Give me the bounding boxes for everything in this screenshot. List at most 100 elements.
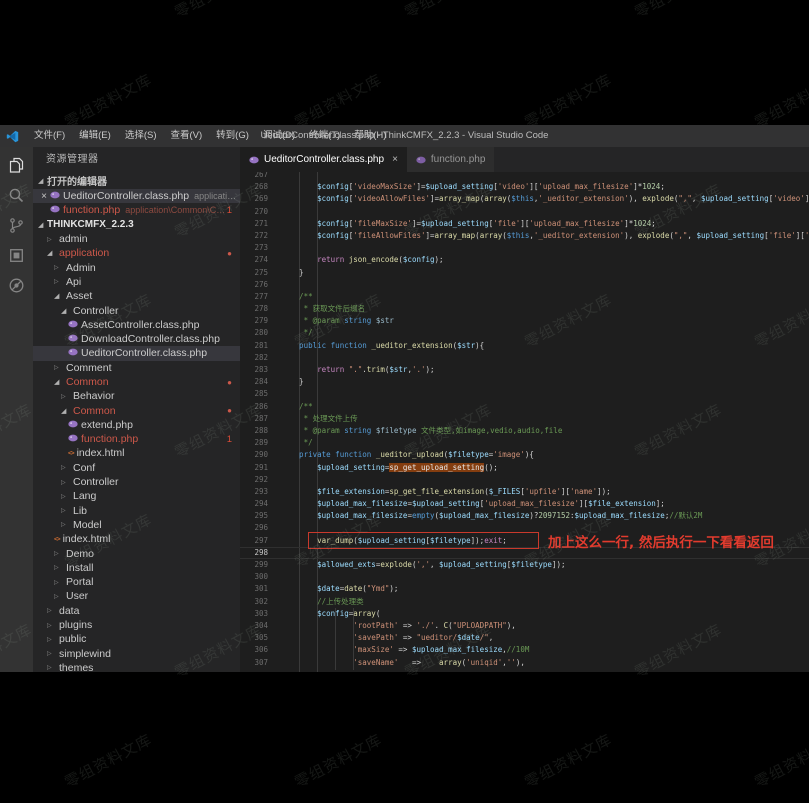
- code-line-268[interactable]: 268 $config['videoMaxSize']=$upload_sett…: [240, 181, 809, 193]
- tab-function[interactable]: function.php: [407, 147, 495, 172]
- code-line-303[interactable]: 303 $config=array(: [240, 608, 809, 620]
- tree-item-plugins[interactable]: ▷plugins: [33, 618, 240, 632]
- menu-item[interactable]: 文件(F): [27, 125, 72, 147]
- tree-item-index-html[interactable]: <>index.html: [33, 446, 240, 460]
- tree-item-controller[interactable]: ▷Controller: [33, 475, 240, 489]
- tree-item-model[interactable]: ▷Model: [33, 518, 240, 532]
- tree-item-extend-php[interactable]: extend.php: [33, 418, 240, 432]
- line-number: 271: [240, 218, 281, 230]
- tree-item-application[interactable]: ◢application●: [33, 246, 240, 260]
- code-line-294[interactable]: 294 $upload_max_filesize=$upload_setting…: [240, 498, 809, 510]
- open-editor-item[interactable]: ×UeditorController.class.phpapplication\…: [33, 189, 240, 203]
- code-line-292[interactable]: 292: [240, 474, 809, 486]
- tree-item-function-php[interactable]: function.php1: [33, 432, 240, 446]
- code-line-289[interactable]: 289 */: [240, 437, 809, 449]
- tree-item-downloadcontroller-class-php[interactable]: DownloadController.class.php: [33, 332, 240, 346]
- code-line-302[interactable]: 302 //上传处理类: [240, 596, 809, 608]
- code-line-288[interactable]: 288 * @param string $filetype 文件类型,如imag…: [240, 425, 809, 437]
- chevron-down-icon: ◢: [61, 307, 70, 315]
- code-line-281[interactable]: 281 public function _ueditor_extension($…: [240, 340, 809, 352]
- code-line-306[interactable]: 306 'maxSize' => $upload_max_filesize,//…: [240, 644, 809, 656]
- code-line-301[interactable]: 301 $date=date("Ymd");: [240, 583, 809, 595]
- code-line-286[interactable]: 286 /**: [240, 401, 809, 413]
- line-number: 283: [240, 364, 281, 376]
- tree-item-asset[interactable]: ◢Asset: [33, 289, 240, 303]
- tree-item-api[interactable]: ▷Api: [33, 275, 240, 289]
- tree-item-admin[interactable]: ▷admin: [33, 232, 240, 246]
- tree-item-admin[interactable]: ▷Admin: [33, 260, 240, 274]
- explorer-icon[interactable]: [8, 157, 25, 174]
- open-editors-header[interactable]: ◢ 打开的编辑器: [33, 172, 240, 189]
- code-line-287[interactable]: 287 * 处理文件上传: [240, 413, 809, 425]
- code-line-300[interactable]: 300: [240, 571, 809, 583]
- open-editor-item[interactable]: function.phpapplication\Common\Comm...1: [33, 203, 240, 217]
- tree-item-assetcontroller-class-php[interactable]: AssetController.class.php: [33, 318, 240, 332]
- tree-item-demo[interactable]: ▷Demo: [33, 546, 240, 560]
- code-line-278[interactable]: 278 * 获取文件后缀名: [240, 303, 809, 315]
- tree-item-portal[interactable]: ▷Portal: [33, 575, 240, 589]
- menu-item[interactable]: 转到(G): [209, 125, 256, 147]
- code-line-293[interactable]: 293 $file_extension=sp_get_file_extensio…: [240, 486, 809, 498]
- code-line-280[interactable]: 280 */: [240, 327, 809, 339]
- editor-group: UeditorController.class.php × function.p…: [240, 147, 809, 672]
- code-line-291[interactable]: 291 $upload_setting=sp_get_upload_settin…: [240, 462, 809, 474]
- code-line-272[interactable]: 272 $config['fileAllowFiles']=array_map(…: [240, 230, 809, 242]
- screenshot-root: 文件(F)编辑(E)选择(S)查看(V)转到(G)调试(D)终端(T)帮助(H)…: [0, 0, 809, 803]
- tree-root-folder[interactable]: ◢ THINKCMFX_2.2.3: [33, 218, 240, 232]
- tree-item-label: Asset: [66, 290, 92, 302]
- close-icon[interactable]: ×: [38, 191, 50, 202]
- debug-icon[interactable]: [8, 277, 25, 294]
- code-line-273[interactable]: 273: [240, 242, 809, 254]
- tree-item-lib[interactable]: ▷Lib: [33, 504, 240, 518]
- tree-item-index-html[interactable]: <>index.html: [33, 532, 240, 546]
- tree-item-data[interactable]: ▷data: [33, 604, 240, 618]
- line-content: */: [281, 327, 313, 339]
- tree-item-conf[interactable]: ▷Conf: [33, 461, 240, 475]
- tree-item-simplewind[interactable]: ▷simplewind: [33, 647, 240, 661]
- code-line-276[interactable]: 276: [240, 279, 809, 291]
- tree-item-behavior[interactable]: ▷Behavior: [33, 389, 240, 403]
- tree-item-common[interactable]: ◢Common●: [33, 375, 240, 389]
- source-control-icon[interactable]: [8, 217, 25, 234]
- code-line-275[interactable]: 275 }: [240, 267, 809, 279]
- code-line-290[interactable]: 290 private function _ueditor_upload($fi…: [240, 449, 809, 461]
- tab-ueditorcontroller[interactable]: UeditorController.class.php ×: [240, 147, 407, 172]
- tree-item-themes[interactable]: ▷themes: [33, 661, 240, 672]
- tree-item-lang[interactable]: ▷Lang: [33, 489, 240, 503]
- code-line-305[interactable]: 305 'savePath' => "ueditor/$date/",: [240, 632, 809, 644]
- line-content: $config['fileMaxSize']=$upload_setting['…: [281, 218, 656, 230]
- tree-item-controller[interactable]: ◢Controller: [33, 303, 240, 317]
- tree-item-comment[interactable]: ▷Comment: [33, 361, 240, 375]
- code-line-267[interactable]: 267: [240, 172, 809, 181]
- code-editor[interactable]: 267268 $config['videoMaxSize']=$upload_s…: [240, 172, 809, 672]
- code-line-279[interactable]: 279 * @param string $str: [240, 315, 809, 327]
- tree-item-public[interactable]: ▷public: [33, 632, 240, 646]
- line-number: 290: [240, 449, 281, 461]
- code-line-295[interactable]: 295 $upload_max_filesize=empty($upload_m…: [240, 510, 809, 522]
- code-line-269[interactable]: 269 $config['videoAllowFiles']=array_map…: [240, 193, 809, 205]
- menu-item[interactable]: 编辑(E): [72, 125, 118, 147]
- tree-item-ueditorcontroller-class-php[interactable]: UeditorController.class.php: [33, 346, 240, 360]
- menu-item[interactable]: 选择(S): [118, 125, 164, 147]
- code-line-282[interactable]: 282: [240, 352, 809, 364]
- extensions-icon[interactable]: [8, 247, 25, 264]
- code-line-283[interactable]: 283 return ".".trim($str,'.');: [240, 364, 809, 376]
- code-line-307[interactable]: 307 'saveName' => array('uniqid',''),: [240, 657, 809, 669]
- search-icon[interactable]: [8, 187, 25, 204]
- code-line-299[interactable]: 299 $allowed_exts=explode(',', $upload_s…: [240, 559, 809, 571]
- code-line-277[interactable]: 277 /**: [240, 291, 809, 303]
- code-line-304[interactable]: 304 'rootPath' => './'. C("UPLOADPATH"),: [240, 620, 809, 632]
- close-icon[interactable]: ×: [392, 154, 398, 165]
- tree-item-install[interactable]: ▷Install: [33, 561, 240, 575]
- code-line-284[interactable]: 284 }: [240, 376, 809, 388]
- tree-item-common[interactable]: ◢Common●: [33, 403, 240, 417]
- code-line-274[interactable]: 274 return json_encode($config);: [240, 254, 809, 266]
- code-line-270[interactable]: 270: [240, 206, 809, 218]
- code-line-271[interactable]: 271 $config['fileMaxSize']=$upload_setti…: [240, 218, 809, 230]
- menu-item[interactable]: 查看(V): [163, 125, 209, 147]
- problem-badge: 1: [227, 205, 232, 216]
- tree-item-label: index.html: [63, 533, 111, 545]
- code-line-285[interactable]: 285: [240, 388, 809, 400]
- tree-item-user[interactable]: ▷User: [33, 589, 240, 603]
- tree-item-label: Portal: [66, 576, 93, 588]
